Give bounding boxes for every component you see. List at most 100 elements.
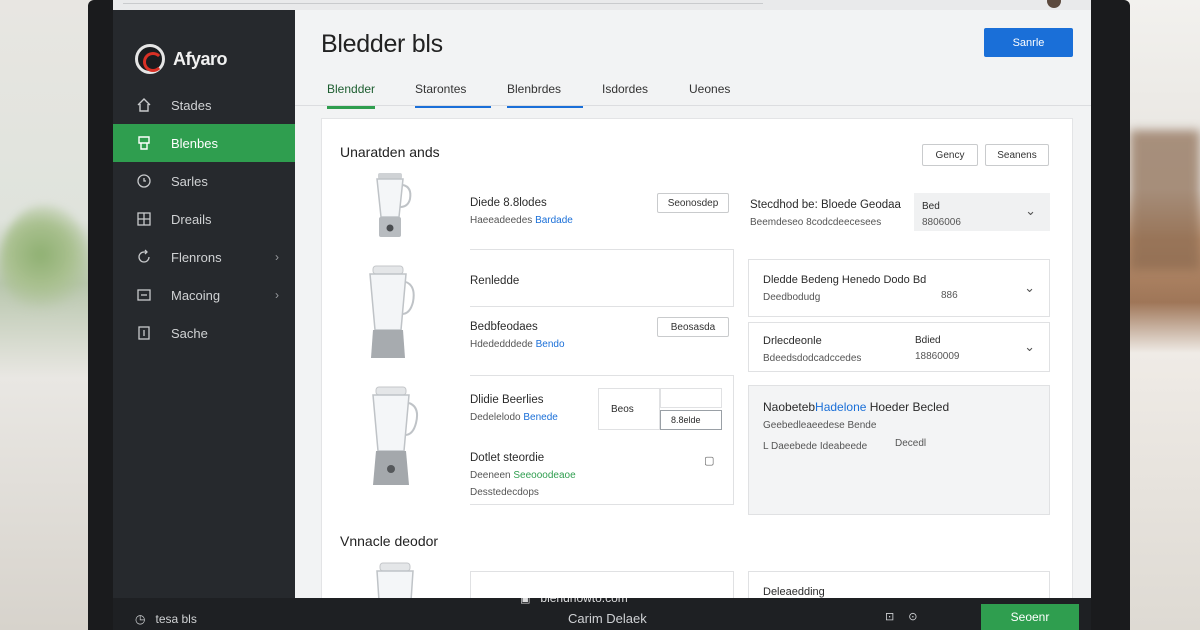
product-link[interactable]: Benede [523, 412, 557, 423]
product-link[interactable]: Bendo [536, 339, 565, 350]
sidebar-item-stades[interactable]: Stades [113, 86, 295, 124]
spec-panel[interactable]: NaobetebHadelone Hoeder Becled Geebedlea… [748, 385, 1050, 515]
brand[interactable]: Afyaro [113, 10, 295, 86]
spec-value-a: Bed [922, 201, 940, 212]
page-title: Bledder bls [321, 30, 443, 58]
chevron-down-icon: ⌄ [1024, 339, 1035, 354]
doc-icon [135, 324, 153, 342]
tab-starontes[interactable]: Starontes [415, 82, 491, 108]
product-title: Dlidie Beerlies [470, 394, 544, 406]
spec-title: Deleaedding [763, 586, 825, 598]
background-plant [0, 205, 90, 315]
sidebar-item-blenbes[interactable]: Blenbes [113, 124, 295, 162]
sidebar-item-flenrons[interactable]: Flenrons › [113, 238, 295, 276]
product-sub-text: Dedelelodo [470, 412, 524, 423]
list-item: Dlidie Beerlies Dedelelodo Benede Beos 8… [470, 375, 734, 505]
house-icon [135, 96, 153, 114]
background-shelf [1130, 130, 1200, 270]
spec-title-text: Naobeteb [763, 400, 816, 414]
tab-blenbrdes[interactable]: Blenbrdes [507, 82, 583, 108]
spec-value-b: 886 [941, 290, 958, 301]
row-action-button[interactable]: Beosasda [657, 317, 729, 337]
list-item[interactable]: Renledde [470, 249, 734, 307]
spec-sub: Geebedleaeedese Bende [763, 420, 877, 431]
sidebar-item-label: Dreails [171, 211, 212, 227]
grid-icon [135, 210, 153, 228]
spec-title: Stecdhod be: Bloede Geodaa [750, 199, 901, 211]
avatar[interactable] [1047, 0, 1061, 8]
spec-title: Drlecdeonle [763, 335, 822, 347]
main-content: Bledder bls Sanrle Blendder Starontes Bl… [295, 10, 1091, 598]
product-sub: Desstedecdops [470, 487, 539, 498]
square-icon [135, 286, 153, 304]
product-link[interactable]: Bardade [535, 215, 573, 226]
spec-panel[interactable]: Dledde Bedeng Henedo Dodo Bd Deedbodudg … [748, 259, 1050, 317]
sidebar-item-dreails[interactable]: Dreails [113, 200, 295, 238]
product-title: Renledde [470, 275, 520, 287]
quantity-field[interactable]: Beos [598, 388, 660, 430]
tab-bar: Blendder Starontes Blenbrdes Isdordes Ue… [295, 76, 1091, 109]
watermark-text: blendhowto.com [540, 591, 628, 605]
product-block[interactable]: Dlidie Beerlies Dedelelodo Benede [470, 394, 558, 423]
brand-logo-icon [135, 44, 165, 74]
product-sub: Hdededddede Bendo [470, 339, 734, 350]
chevron-right-icon: › [275, 288, 279, 302]
window-icon[interactable]: ⊡ [885, 610, 894, 623]
info-icon[interactable]: ▢ [704, 454, 714, 467]
quantity-field-top[interactable] [660, 388, 722, 408]
brand-name: Afyaro [173, 48, 228, 69]
bottom-left-label: tesa bls [155, 612, 197, 626]
sidebar: Afyaro Stades Blenbes Sarles Dreails Fle… [113, 10, 295, 598]
product-sub: Haeeadeedes Bardade [470, 215, 734, 226]
background-right [1120, 0, 1200, 630]
spec-select[interactable]: Bed 8806006 ⌄ [914, 193, 1050, 231]
spec-value-a: Bdied [915, 335, 941, 346]
chevron-down-icon: ⌄ [1024, 280, 1035, 295]
spec-value-b: 18860009 [915, 351, 960, 362]
chevron-right-icon: › [275, 250, 279, 264]
bottom-left[interactable]: ◷ tesa bls [135, 612, 197, 626]
settings-icon[interactable]: ⊙ [908, 610, 917, 623]
variant-button[interactable]: 8.8elde [660, 410, 722, 430]
spec-text: Drlecdeonle Bdeedsdodcadccedes [763, 335, 861, 364]
spec-panel[interactable]: Deleaedding [748, 571, 1050, 598]
sidebar-item-label: Blenbes [171, 135, 218, 151]
sidebar-item-sarles[interactable]: Sarles [113, 162, 295, 200]
bottom-action-button[interactable]: Seoenr [981, 604, 1079, 630]
seanens-button[interactable]: Seanens [985, 144, 1049, 166]
tab-ueones[interactable]: Ueones [689, 82, 730, 106]
row-action-button[interactable]: Seonosdep [657, 193, 729, 213]
primary-button[interactable]: Sanrle [984, 28, 1073, 57]
top-search-field[interactable] [123, 0, 763, 4]
background-left [0, 0, 100, 630]
app-window: Afyaro Stades Blenbes Sarles Dreails Fle… [113, 10, 1091, 598]
refresh-icon [135, 248, 153, 266]
blender-image [376, 173, 412, 237]
top-strip [113, 0, 1091, 10]
product-sub: Deeneen Seeooodeaoe [470, 470, 576, 481]
clock-icon: ◷ [135, 612, 146, 626]
spec-sub: Deedbodudg [763, 292, 821, 303]
spec-sub: Bdeedsdodcadccedes [763, 353, 862, 364]
tab-isdordes[interactable]: Isdordes [602, 82, 648, 106]
spec-title-link[interactable]: Hadelone [815, 400, 866, 414]
gency-button[interactable]: Gency [922, 144, 978, 166]
product-link[interactable]: Seeooodeaoe [513, 470, 575, 481]
product-block[interactable]: Dotlet steordie Deeneen Seeooodeaoe Dess… [470, 452, 576, 498]
clock-icon [135, 172, 153, 190]
variant-label: 8.8elde [671, 415, 701, 425]
sidebar-item-label: Flenrons [171, 249, 222, 265]
spec-title: Dledde Bedeng Henedo Dodo Bd [763, 274, 927, 286]
spec-panel[interactable]: Stecdhod be: Bloede Geodaa Beemdeseo 8co… [742, 193, 1072, 237]
spec-value-b: Decedl [895, 438, 927, 449]
tab-blendder[interactable]: Blendder [327, 82, 376, 109]
spec-panel[interactable]: Drlecdeonle Bdeedsdodcadccedes Bdied 188… [748, 322, 1050, 372]
sidebar-item-label: Macoing [171, 287, 221, 303]
product-sub-text: Deeneen [470, 470, 514, 481]
blender-image [376, 562, 414, 598]
watermark: ▣ blendhowto.com [520, 591, 628, 605]
sidebar-item-macoing[interactable]: Macoing › [113, 276, 295, 314]
sidebar-item-sache[interactable]: Sache [113, 314, 295, 352]
product-sub-text: Haeeadeedes [470, 215, 536, 226]
sidebar-item-label: Sarles [171, 173, 208, 189]
